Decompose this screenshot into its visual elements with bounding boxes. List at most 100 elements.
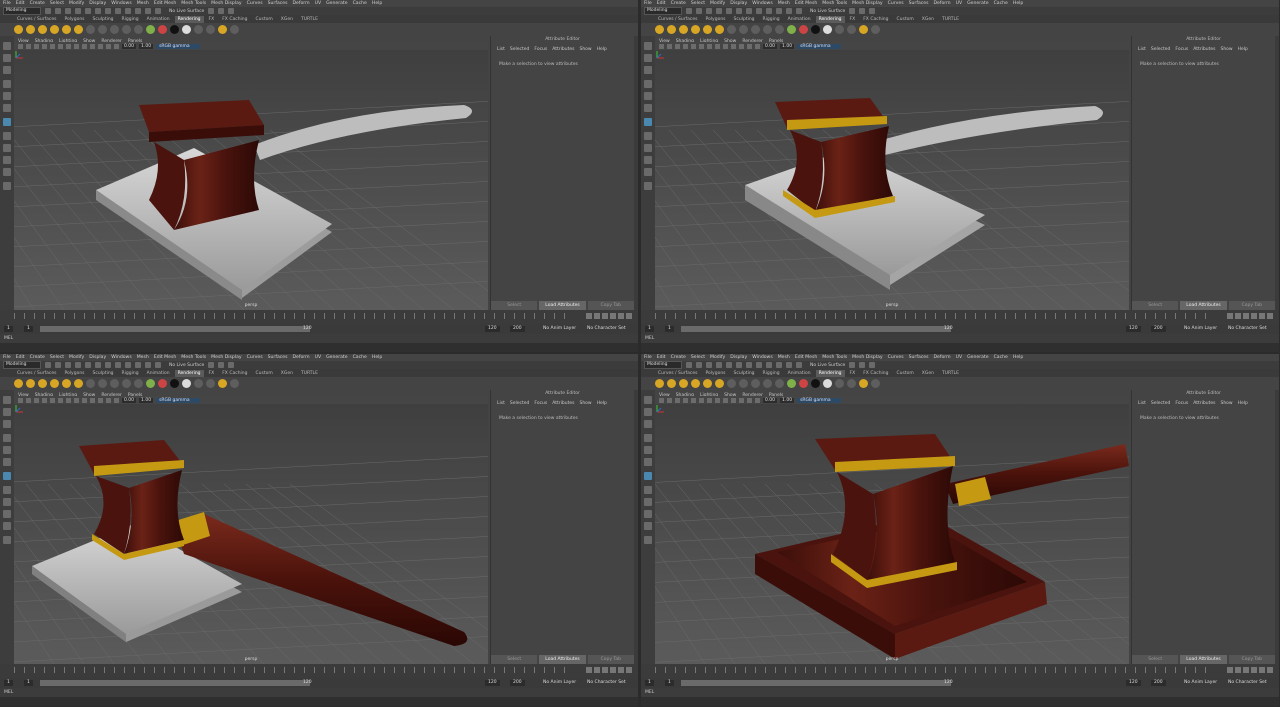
menu-generate[interactable]: Generate bbox=[967, 1, 988, 6]
go-to-start-icon[interactable] bbox=[586, 313, 592, 319]
attr-menu-help[interactable]: Help bbox=[1238, 47, 1248, 52]
menu-help[interactable]: Help bbox=[1013, 355, 1023, 360]
command-line[interactable]: MEL bbox=[641, 334, 1279, 343]
volume-light-icon[interactable] bbox=[74, 25, 83, 34]
go-to-start-icon[interactable] bbox=[1227, 667, 1233, 673]
shelf-tab-animation[interactable]: Animation bbox=[785, 16, 814, 23]
select-hierarchy-icon[interactable] bbox=[95, 362, 101, 368]
snap-grid-icon[interactable] bbox=[125, 8, 131, 14]
ambient-light-icon[interactable] bbox=[667, 25, 676, 34]
image-plane-icon[interactable] bbox=[34, 43, 39, 49]
menu-deform[interactable]: Deform bbox=[293, 1, 310, 6]
area-light-icon[interactable] bbox=[62, 379, 71, 388]
layout-icon[interactable] bbox=[3, 536, 11, 544]
shelf-tab-rigging[interactable]: Rigging bbox=[119, 16, 142, 23]
play-forward-icon[interactable] bbox=[610, 313, 616, 319]
character-set-dropdown[interactable]: No Character Set bbox=[1225, 326, 1270, 332]
undo-icon[interactable] bbox=[716, 8, 722, 14]
shelf-tab-custom[interactable]: Custom bbox=[253, 16, 276, 23]
side-tabs[interactable] bbox=[634, 390, 638, 664]
menu-edit-mesh[interactable]: Edit Mesh bbox=[154, 1, 176, 6]
menu-edit[interactable]: Edit bbox=[657, 1, 666, 6]
four-view-icon[interactable] bbox=[3, 132, 11, 140]
shelf-tab-turtle[interactable]: TURTLE bbox=[298, 370, 321, 377]
material-white-icon[interactable] bbox=[823, 379, 832, 388]
render-icon[interactable] bbox=[208, 8, 215, 14]
shelf-tab-rigging[interactable]: Rigging bbox=[119, 370, 142, 377]
new-scene-icon[interactable] bbox=[45, 8, 51, 14]
render-settings-shelf-icon[interactable] bbox=[218, 25, 227, 34]
time-slider[interactable] bbox=[641, 664, 1279, 678]
shelf-tab-fx[interactable]: FX bbox=[847, 16, 859, 23]
menu-edit[interactable]: Edit bbox=[657, 355, 666, 360]
anim-layer-dropdown[interactable]: No Anim Layer bbox=[1181, 680, 1220, 686]
smooth-shade-icon[interactable] bbox=[715, 397, 720, 403]
go-to-end-icon[interactable] bbox=[1267, 313, 1273, 319]
menu-curves[interactable]: Curves bbox=[247, 355, 263, 360]
snap-point-icon[interactable] bbox=[145, 362, 151, 368]
sun-light-icon[interactable] bbox=[14, 25, 23, 34]
smooth-shade-icon[interactable] bbox=[715, 43, 720, 49]
end-time-field[interactable]: 200 bbox=[510, 326, 525, 332]
menu-surfaces[interactable]: Surfaces bbox=[909, 355, 929, 360]
resolution-gate-icon[interactable] bbox=[699, 397, 704, 403]
grid-toggle-icon[interactable] bbox=[42, 43, 47, 49]
menu-generate[interactable]: Generate bbox=[326, 1, 347, 6]
textured-icon[interactable] bbox=[723, 397, 728, 403]
perspective-viewport[interactable]: persp bbox=[14, 50, 488, 310]
shelf-tab-turtle[interactable]: TURTLE bbox=[298, 16, 321, 23]
snap-curve-icon[interactable] bbox=[776, 362, 782, 368]
move-tool-icon[interactable] bbox=[3, 434, 11, 442]
end-time-field[interactable]: 200 bbox=[1151, 326, 1166, 332]
snap-curve-icon[interactable] bbox=[776, 8, 782, 14]
copy-tab-button[interactable]: Copy Tab bbox=[1228, 301, 1275, 310]
menu-mesh[interactable]: Mesh bbox=[137, 1, 149, 6]
material-black-icon[interactable] bbox=[170, 25, 179, 34]
batch-render-icon[interactable] bbox=[230, 25, 239, 34]
render-settings-icon[interactable] bbox=[869, 362, 876, 368]
camera-icon[interactable] bbox=[727, 379, 736, 388]
material-black-icon[interactable] bbox=[170, 379, 179, 388]
shelf-tab-xgen[interactable]: XGen bbox=[278, 16, 296, 23]
shelf-tab-xgen[interactable]: XGen bbox=[919, 16, 937, 23]
material-blinn-icon[interactable] bbox=[763, 25, 772, 34]
shelf-tab-curves-surfaces[interactable]: Curves / Surfaces bbox=[14, 370, 60, 377]
undo-icon[interactable] bbox=[716, 362, 722, 368]
material-lambert-icon[interactable] bbox=[110, 25, 119, 34]
shelf-tab-sculpting[interactable]: Sculpting bbox=[731, 16, 758, 23]
attr-menu-focus[interactable]: Focus bbox=[1175, 47, 1188, 52]
layout-icon[interactable] bbox=[644, 536, 652, 544]
mode-selector[interactable]: Modeling bbox=[3, 7, 41, 15]
render-view-icon[interactable] bbox=[206, 25, 215, 34]
shelf-tab-animation[interactable]: Animation bbox=[785, 370, 814, 377]
attr-menu-selected[interactable]: Selected bbox=[510, 401, 530, 406]
menu-mesh[interactable]: Mesh bbox=[778, 355, 790, 360]
snap-point-icon[interactable] bbox=[786, 8, 792, 14]
menu-edit-mesh[interactable]: Edit Mesh bbox=[795, 1, 817, 6]
attr-menu-list[interactable]: List bbox=[497, 401, 505, 406]
shelf-tab-polygons[interactable]: Polygons bbox=[703, 370, 729, 377]
menu-uv[interactable]: UV bbox=[315, 355, 322, 360]
shelf-tab-fx[interactable]: FX bbox=[847, 370, 859, 377]
attr-menu-selected[interactable]: Selected bbox=[510, 47, 530, 52]
sun-light-icon[interactable] bbox=[655, 379, 664, 388]
paint-select-icon[interactable] bbox=[644, 66, 652, 74]
menu-modify[interactable]: Modify bbox=[69, 355, 84, 360]
material-blinn-icon[interactable] bbox=[122, 379, 131, 388]
menu-curves[interactable]: Curves bbox=[247, 1, 263, 6]
lights-icon[interactable] bbox=[731, 43, 736, 49]
time-slider[interactable] bbox=[0, 310, 638, 324]
snap-view-icon[interactable] bbox=[796, 362, 802, 368]
shelf-tab-sculpting[interactable]: Sculpting bbox=[731, 370, 758, 377]
camera-icon[interactable] bbox=[727, 25, 736, 34]
copy-tab-button[interactable]: Copy Tab bbox=[587, 301, 634, 310]
sun-light-icon[interactable] bbox=[655, 25, 664, 34]
menu-modify[interactable]: Modify bbox=[710, 1, 725, 6]
anim-layer-dropdown[interactable]: No Anim Layer bbox=[1181, 326, 1220, 332]
persp-graph-icon[interactable] bbox=[644, 156, 652, 164]
menu-mesh-display[interactable]: Mesh Display bbox=[852, 355, 883, 360]
start-time-field[interactable]: 1 bbox=[645, 680, 654, 686]
select-tool-icon[interactable] bbox=[644, 42, 652, 50]
render-icon[interactable] bbox=[849, 8, 856, 14]
camera-aim-icon[interactable] bbox=[98, 25, 107, 34]
